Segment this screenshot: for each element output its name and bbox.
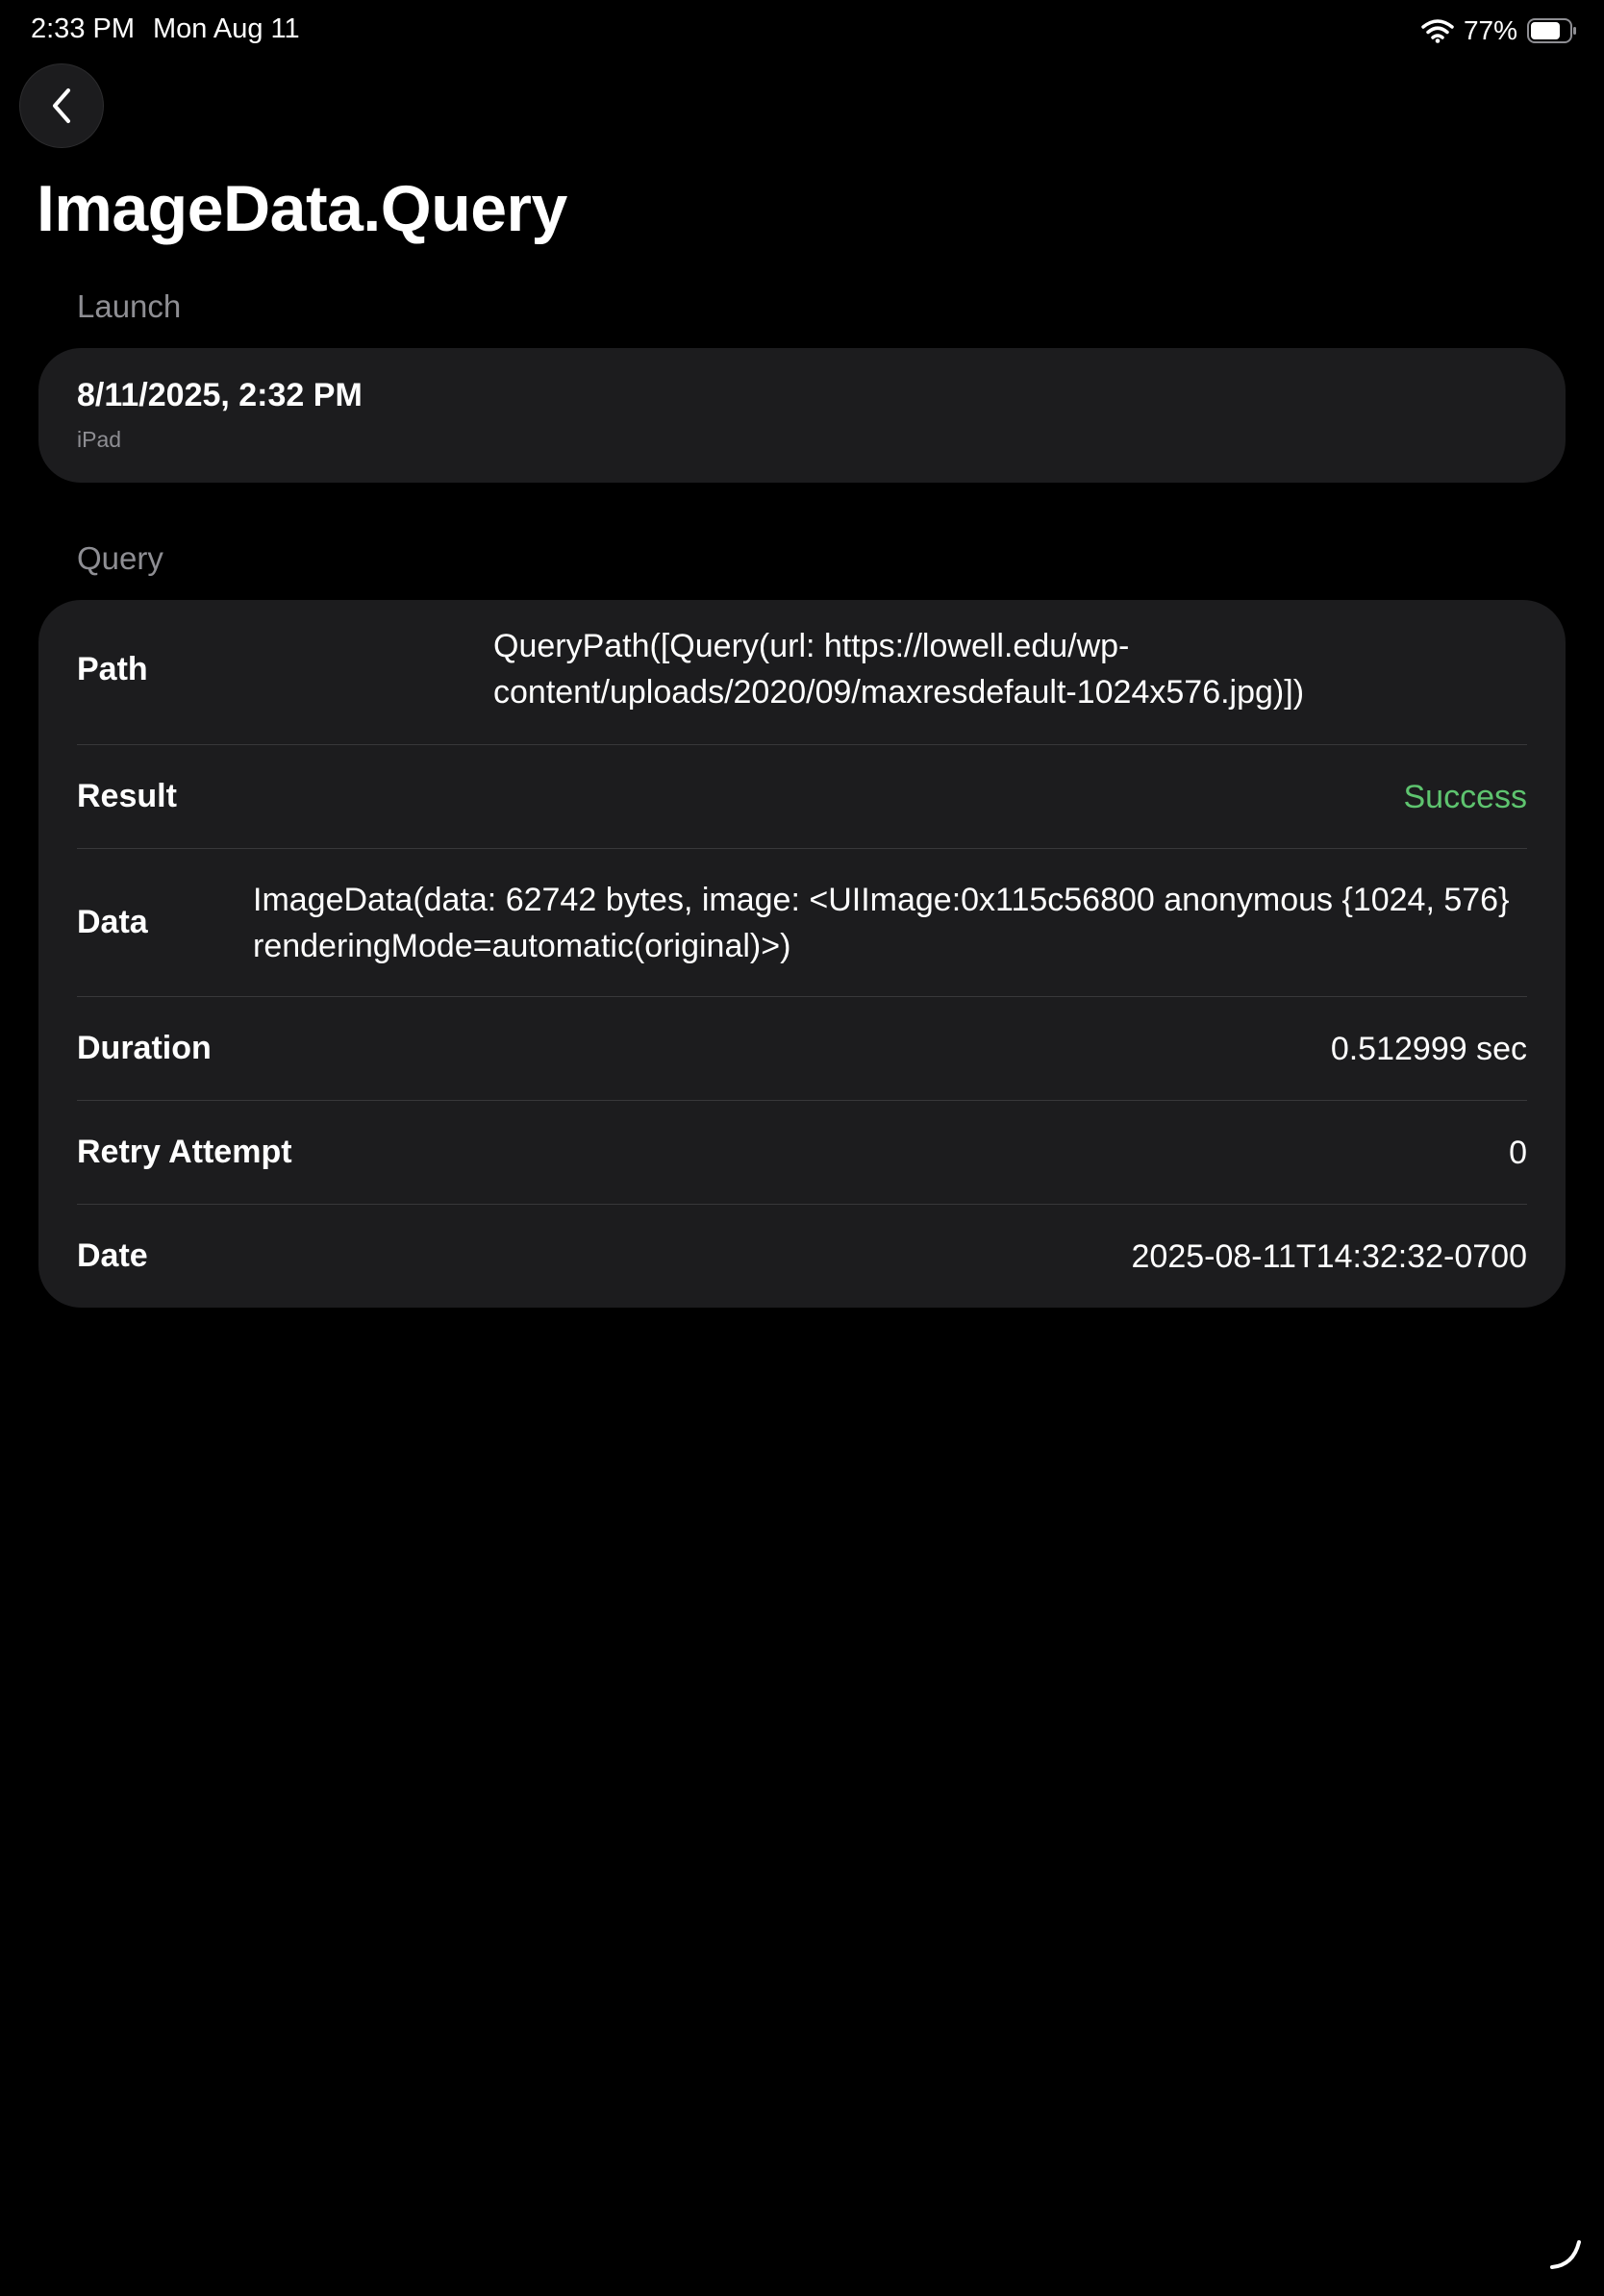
row-value-duration: 0.512999 sec (1330, 1030, 1527, 1067)
launch-device: iPad (77, 427, 122, 452)
battery-icon (1527, 18, 1576, 43)
launch-card[interactable]: 8/11/2025, 2:32 PM iPad (38, 348, 1566, 483)
row-value-path: QueryPath([Query(url: https://lowell.edu… (493, 628, 1305, 711)
row-value-date: 2025-08-11T14:32:32-0700 (1131, 1237, 1527, 1275)
row-value-retry: 0 (1509, 1134, 1527, 1171)
page-title: ImageData.Query (37, 172, 567, 245)
section-header-query: Query (77, 540, 163, 576)
battery-percent: 77% (1463, 15, 1517, 45)
row-label-path: Path (77, 650, 148, 687)
resize-handle-icon[interactable] (1548, 2236, 1583, 2271)
query-card: Path QueryPath([Query(url: https://lowel… (38, 600, 1566, 1308)
row-label-duration: Duration (77, 1030, 212, 1066)
query-row-retry: Retry Attempt 0 (77, 1101, 1527, 1204)
status-time: 2:33 PM (31, 13, 135, 44)
row-value-result: Success (1403, 778, 1528, 815)
query-row-date: Date 2025-08-11T14:32:32-0700 (77, 1205, 1527, 1308)
back-button[interactable] (19, 63, 104, 148)
wifi-icon (1421, 19, 1454, 43)
status-date: Mon Aug 11 (153, 13, 300, 44)
status-indicators: 77% (1421, 13, 1577, 48)
row-label-retry: Retry Attempt (77, 1134, 292, 1170)
launch-date: 8/11/2025, 2:32 PM (77, 377, 363, 413)
status-bar: 2:33 PM Mon Aug 11 77% (0, 0, 1604, 60)
query-row-data: Data ImageData(data: 62742 bytes, image:… (77, 849, 1527, 996)
section-header-launch: Launch (77, 288, 182, 324)
query-row-path: Path QueryPath([Query(url: https://lowel… (77, 623, 1527, 715)
row-label-data: Data (77, 904, 148, 940)
row-value-data: ImageData(data: 62742 bytes, image: <UII… (253, 881, 1510, 964)
query-row-duration: Duration 0.512999 sec (77, 997, 1527, 1100)
row-label-date: Date (77, 1237, 148, 1274)
row-label-result: Result (77, 778, 177, 814)
chevron-left-icon (53, 88, 70, 123)
query-row-result: Result Success (77, 745, 1527, 848)
